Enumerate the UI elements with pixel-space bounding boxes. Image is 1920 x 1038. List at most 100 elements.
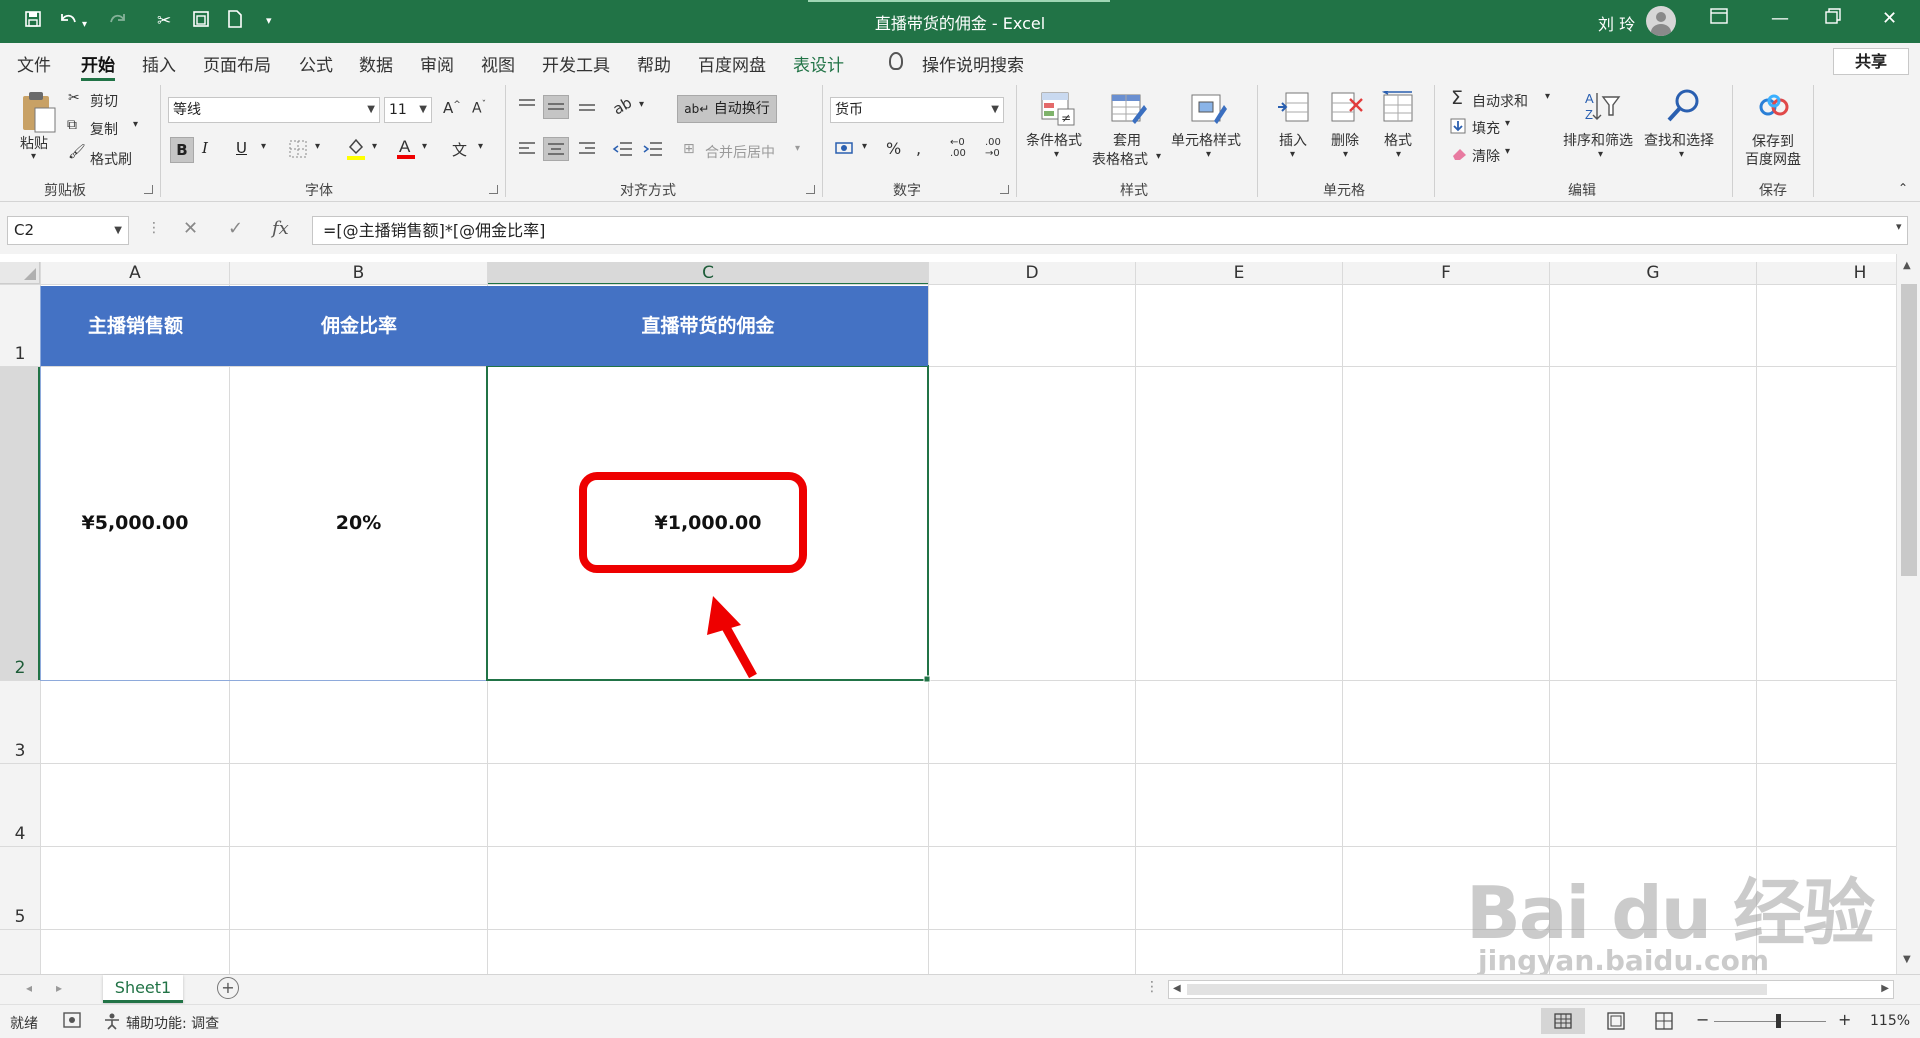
normal-view-button[interactable]	[1541, 1008, 1585, 1034]
autosum-button[interactable]: 自动求和	[1472, 91, 1528, 111]
font-launcher-icon[interactable]	[489, 185, 498, 194]
scroll-down-icon[interactable]: ▼	[1903, 954, 1911, 965]
user-name[interactable]: 刘 玲	[1598, 11, 1635, 35]
underline-button[interactable]: U	[236, 139, 247, 157]
vertical-scrollbar[interactable]: ▲ ▼	[1896, 254, 1920, 974]
ribbon-display-options-icon[interactable]	[1710, 8, 1728, 29]
collapse-ribbon-icon[interactable]: ⌃	[1898, 181, 1908, 195]
sort-dropdown-icon[interactable]: ▾	[1598, 149, 1603, 160]
eraser-icon[interactable]	[1451, 147, 1467, 165]
column-header-b[interactable]: B	[230, 262, 487, 284]
cell-styles-button[interactable]: 单元格样式	[1171, 130, 1241, 150]
insert-dropdown-icon[interactable]: ▾	[1290, 149, 1295, 160]
select-all-corner[interactable]	[0, 262, 40, 284]
horizontal-scrollbar[interactable]: ◀ ▶	[1168, 980, 1894, 999]
cut-small-icon[interactable]: ✂	[68, 90, 80, 106]
worksheet-grid[interactable]: A B C D E F G H 1 2 3 4 5 主播销售额 佣金比率 直播带…	[0, 254, 1896, 974]
paste-dropdown-icon[interactable]: ▾	[31, 151, 36, 162]
accessibility-status[interactable]: 辅助功能: 调查	[126, 1013, 219, 1033]
delete-cells-icon[interactable]	[1330, 91, 1364, 129]
insert-cells-button[interactable]: 插入	[1279, 130, 1307, 150]
autosum-dropdown-icon[interactable]: ▾	[1545, 91, 1550, 102]
tab-insert[interactable]: 插入	[142, 51, 176, 76]
next-sheet-icon[interactable]: ▸	[56, 981, 62, 995]
format-dropdown-icon[interactable]: ▾	[1396, 149, 1401, 160]
percent-style-button[interactable]: %	[886, 139, 901, 158]
find-select-button[interactable]: 查找和选择	[1644, 130, 1714, 150]
format-cells-button[interactable]: 格式	[1384, 130, 1412, 150]
clear-dropdown-icon[interactable]: ▾	[1505, 146, 1510, 157]
zoom-slider-thumb[interactable]	[1776, 1014, 1781, 1028]
accounting-dropdown-icon[interactable]: ▾	[862, 141, 867, 152]
cell-styles-dropdown-icon[interactable]: ▾	[1206, 149, 1211, 160]
copy-icon[interactable]: ⧉	[67, 117, 77, 133]
font-color-icon[interactable]: A	[395, 135, 417, 165]
zoom-slider-track[interactable]	[1714, 1021, 1826, 1022]
tell-me-search[interactable]: 操作说明搜索	[922, 51, 1024, 76]
close-icon[interactable]: ✕	[1882, 8, 1897, 29]
expand-formula-bar-icon[interactable]: ▾	[1896, 220, 1902, 233]
save-to-netdisk-line2[interactable]: 百度网盘	[1745, 149, 1801, 169]
wrap-text-button[interactable]: ab↵ 自动换行	[677, 95, 777, 123]
alignment-launcher-icon[interactable]	[806, 185, 815, 194]
fill-dropdown-icon[interactable]: ▾	[1505, 118, 1510, 129]
format-as-table-line2[interactable]: 表格格式	[1092, 149, 1148, 169]
avatar[interactable]	[1646, 6, 1676, 36]
row-header-1[interactable]: 1	[0, 344, 40, 364]
format-as-table-dropdown-icon[interactable]: ▾	[1156, 151, 1161, 162]
conditional-dropdown-icon[interactable]: ▾	[1054, 149, 1059, 160]
page-break-preview-icon[interactable]	[1654, 1012, 1674, 1034]
vertical-scroll-thumb[interactable]	[1901, 284, 1917, 576]
find-dropdown-icon[interactable]: ▾	[1679, 149, 1684, 160]
merge-center-icon[interactable]: ⊞	[683, 141, 695, 157]
column-header-d[interactable]: D	[929, 262, 1135, 284]
bold-button[interactable]: B	[170, 137, 194, 163]
conditional-formatting-button[interactable]: 条件格式	[1026, 130, 1082, 150]
insert-cells-icon[interactable]	[1276, 91, 1310, 129]
paste-label[interactable]: 粘贴	[20, 133, 48, 153]
cell-b2[interactable]: 20%	[230, 512, 487, 534]
cell-c2[interactable]: ¥1,000.00	[488, 512, 928, 534]
underline-dropdown-icon[interactable]: ▾	[261, 141, 266, 152]
tab-home[interactable]: 开始	[81, 51, 115, 81]
orientation-dropdown-icon[interactable]: ▾	[639, 99, 644, 110]
name-box[interactable]: C2 ▼	[7, 216, 129, 245]
fill-down-icon[interactable]	[1450, 118, 1466, 138]
column-header-c[interactable]: C	[488, 262, 928, 284]
insert-function-button[interactable]: fx	[272, 218, 289, 239]
number-launcher-icon[interactable]	[1000, 185, 1009, 194]
find-select-icon[interactable]	[1665, 87, 1703, 129]
cell-c1[interactable]: 直播带货的佣金	[488, 286, 928, 366]
baidu-netdisk-icon[interactable]	[1759, 93, 1789, 125]
font-name-select[interactable]: 等线 ▼	[168, 97, 380, 123]
sort-filter-button[interactable]: 排序和筛选	[1563, 130, 1633, 150]
tab-view[interactable]: 视图	[481, 51, 515, 76]
increase-font-icon[interactable]: A^	[443, 99, 461, 117]
cut-button[interactable]: 剪切	[90, 91, 118, 111]
column-header-g[interactable]: G	[1550, 262, 1756, 284]
row-header-3[interactable]: 3	[0, 741, 40, 761]
clear-button[interactable]: 清除	[1472, 146, 1500, 166]
accounting-format-icon[interactable]	[834, 139, 856, 163]
zoom-in-icon[interactable]: +	[1838, 1010, 1851, 1029]
zoom-level[interactable]: 115%	[1870, 1013, 1910, 1029]
decrease-font-icon[interactable]: Aˇ	[472, 100, 486, 117]
format-painter-button[interactable]: 格式刷	[90, 149, 132, 169]
borders-icon[interactable]	[288, 139, 308, 163]
autosum-icon[interactable]: Σ	[1451, 87, 1463, 109]
align-center-icon[interactable]	[543, 137, 569, 161]
phonetic-guide-icon[interactable]: 文	[452, 139, 467, 160]
font-color-dropdown-icon[interactable]: ▾	[422, 141, 427, 152]
add-sheet-button[interactable]: +	[217, 977, 239, 999]
tab-split-handle-icon[interactable]: ⋮	[1145, 979, 1159, 995]
row-header-4[interactable]: 4	[0, 824, 40, 844]
format-cells-icon[interactable]	[1381, 90, 1416, 129]
tab-baidu-netdisk[interactable]: 百度网盘	[698, 51, 766, 76]
prev-sheet-icon[interactable]: ◂	[26, 981, 32, 995]
format-as-table-icon[interactable]	[1110, 91, 1148, 131]
scroll-up-icon[interactable]: ▲	[1903, 260, 1911, 271]
decrease-indent-icon[interactable]	[612, 140, 634, 162]
page-layout-view-icon[interactable]	[1606, 1012, 1626, 1034]
minimize-icon[interactable]: —	[1771, 8, 1789, 29]
restore-icon[interactable]	[1825, 8, 1841, 29]
